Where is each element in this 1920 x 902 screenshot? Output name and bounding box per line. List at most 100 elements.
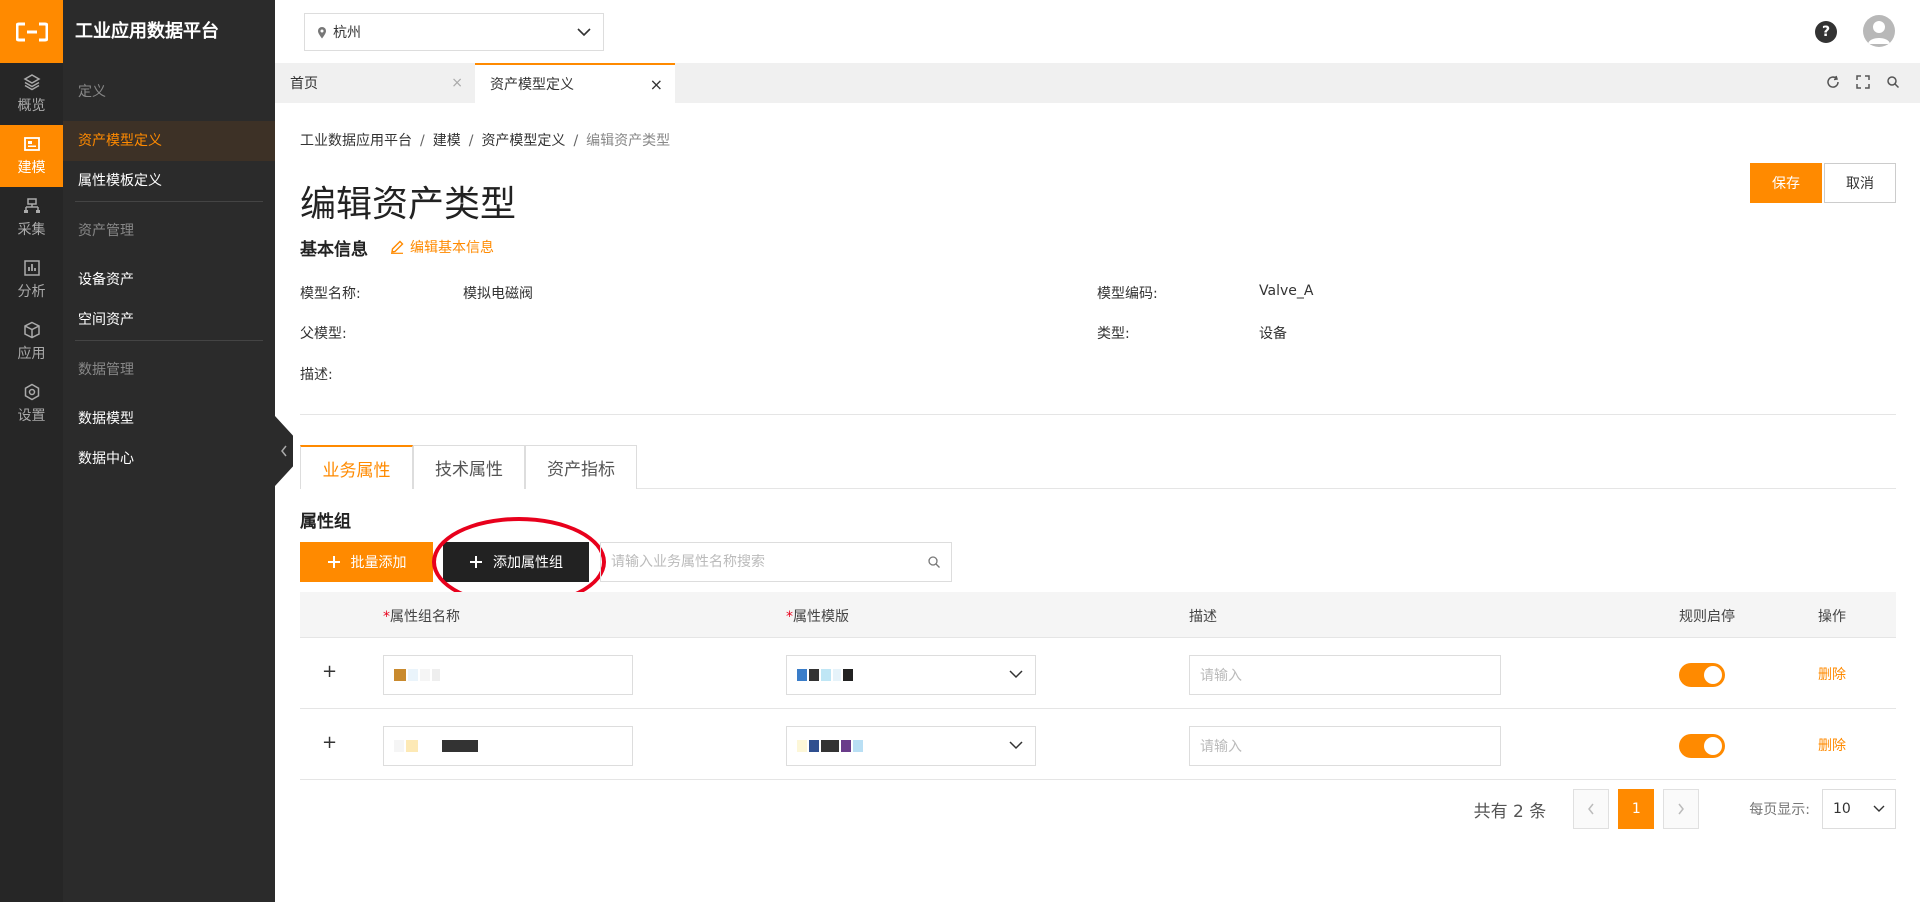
location-pin-icon	[318, 26, 326, 38]
redacted-text	[394, 669, 406, 681]
city-select[interactable]: 杭州	[304, 13, 604, 51]
close-icon[interactable]: ×	[650, 75, 663, 94]
template-select[interactable]	[786, 655, 1036, 695]
attribute-search-box[interactable]	[600, 542, 952, 582]
help-icon[interactable]: ?	[1815, 21, 1837, 43]
avatar[interactable]	[1863, 15, 1895, 47]
search-icon[interactable]	[1886, 75, 1900, 89]
tab-technical-attributes[interactable]: 技术属性	[413, 445, 525, 489]
icon-rail: 概览 建模 采集 分析 应用 设置	[0, 0, 63, 902]
sidebar-item-asset-model[interactable]: 资产模型定义	[63, 121, 275, 161]
pencil-icon	[391, 240, 404, 254]
tab-toolbar	[1826, 75, 1900, 89]
sidebar-item-data-center[interactable]: 数据中心	[63, 439, 275, 479]
gear-icon	[24, 383, 39, 401]
next-page-button[interactable]	[1663, 789, 1700, 829]
delete-link[interactable]: 删除	[1818, 735, 1846, 755]
rail-label: 设置	[17, 408, 46, 424]
description-input[interactable]: 请输入	[1189, 726, 1501, 766]
logo-icon	[15, 22, 48, 41]
page-size-select[interactable]: 10	[1822, 789, 1896, 829]
rail-item-collect[interactable]: 采集	[0, 187, 63, 249]
attribute-search-input[interactable]	[611, 554, 927, 570]
user-icon	[1868, 21, 1890, 44]
breadcrumb-item[interactable]: 工业数据应用平台	[300, 133, 412, 149]
sidebar-item-space-asset[interactable]: 空间资产	[63, 300, 275, 340]
city-value: 杭州	[333, 25, 361, 41]
close-icon[interactable]: ×	[451, 75, 463, 91]
cancel-button[interactable]: 取消	[1824, 163, 1896, 203]
template-select[interactable]	[786, 726, 1036, 766]
refresh-icon[interactable]	[1826, 75, 1840, 89]
description-placeholder: 请输入	[1200, 739, 1242, 755]
chart-icon	[23, 260, 40, 276]
breadcrumb: 工业数据应用平台 / 建模 / 资产模型定义 / 编辑资产类型	[300, 133, 671, 149]
breadcrumb-item[interactable]: 资产模型定义	[481, 133, 565, 149]
edit-basic-info-link[interactable]: 编辑基本信息	[390, 237, 494, 257]
rail-label: 建模	[17, 160, 46, 176]
page-tabs-bar: 首页 × 资产模型定义 ×	[275, 63, 1920, 103]
fullscreen-icon[interactable]	[1856, 75, 1870, 89]
redacted-text	[432, 669, 440, 681]
description-input[interactable]: 请输入	[1189, 655, 1501, 695]
tab-business-attributes[interactable]: 业务属性	[300, 445, 413, 489]
cube-icon	[23, 321, 40, 339]
chevron-down-icon	[577, 27, 591, 36]
redacted-text	[442, 740, 478, 752]
chevron-down-icon	[1009, 741, 1023, 750]
sidebar-item-attr-template[interactable]: 属性模板定义	[63, 161, 275, 201]
tab-label: 资产模型定义	[490, 77, 574, 93]
redacted-text	[408, 669, 418, 681]
tab-asset-metrics[interactable]: 资产指标	[525, 445, 637, 489]
search-icon[interactable]	[927, 555, 941, 569]
page-title: 编辑资产类型	[300, 184, 517, 225]
divider	[300, 414, 1896, 415]
breadcrumb-item[interactable]: 建模	[433, 133, 461, 149]
tab-asset-model[interactable]: 资产模型定义 ×	[475, 63, 675, 103]
rail-item-settings[interactable]: 设置	[0, 373, 63, 435]
sidebar-section-data-mgmt: 数据管理	[78, 362, 134, 378]
pagination: 共有 2 条 1 每页显示: 10	[1474, 789, 1896, 829]
parent-model-label: 父模型:	[300, 326, 347, 342]
save-button[interactable]: 保存	[1750, 163, 1822, 203]
chevron-left-icon	[1588, 803, 1594, 815]
rail-item-modeling[interactable]: 建模	[0, 125, 63, 187]
tab-label: 首页	[290, 76, 318, 92]
redacted-text	[821, 669, 831, 681]
redacted-text	[809, 669, 819, 681]
app-logo[interactable]	[0, 0, 63, 63]
redacted-text	[420, 669, 430, 681]
redacted-text	[833, 669, 841, 681]
type-label: 类型:	[1097, 326, 1130, 342]
rail-item-apps[interactable]: 应用	[0, 311, 63, 373]
column-header-name: *属性组名称	[383, 609, 460, 625]
modeling-icon	[23, 137, 40, 151]
sidebar-item-data-model[interactable]: 数据模型	[63, 399, 275, 439]
sidebar-collapse-button[interactable]	[275, 416, 293, 486]
sidebar-item-device-asset[interactable]: 设备资产	[63, 260, 275, 300]
redacted-text	[420, 740, 440, 752]
expand-icon[interactable]: +	[322, 661, 337, 682]
rule-toggle[interactable]	[1679, 663, 1725, 687]
column-header-action: 操作	[1818, 609, 1846, 625]
batch-add-button[interactable]: 批量添加	[300, 542, 433, 582]
tab-home[interactable]: 首页 ×	[275, 63, 475, 103]
page-button-current[interactable]: 1	[1618, 789, 1655, 829]
attribute-group-table: *属性组名称 *属性模版 描述 规则启停 操作 + 请输入 删除 + 请输入 删…	[300, 592, 1896, 780]
expand-icon[interactable]: +	[322, 732, 337, 753]
rule-toggle[interactable]	[1679, 734, 1725, 758]
basic-info-title: 基本信息	[300, 240, 368, 260]
edit-link-label: 编辑基本信息	[410, 240, 494, 256]
redacted-text	[841, 740, 851, 752]
rail-item-overview[interactable]: 概览	[0, 63, 63, 125]
delete-link[interactable]: 删除	[1818, 664, 1846, 684]
group-name-input[interactable]	[383, 655, 633, 695]
table-row: + 请输入 删除	[300, 709, 1896, 780]
prev-page-button[interactable]	[1573, 789, 1610, 829]
plus-icon	[327, 556, 340, 568]
rail-item-analysis[interactable]: 分析	[0, 249, 63, 311]
model-code-value: Valve_A	[1259, 283, 1314, 299]
group-name-input[interactable]	[383, 726, 633, 766]
description-placeholder: 请输入	[1200, 668, 1242, 684]
type-value: 设备	[1259, 326, 1287, 342]
